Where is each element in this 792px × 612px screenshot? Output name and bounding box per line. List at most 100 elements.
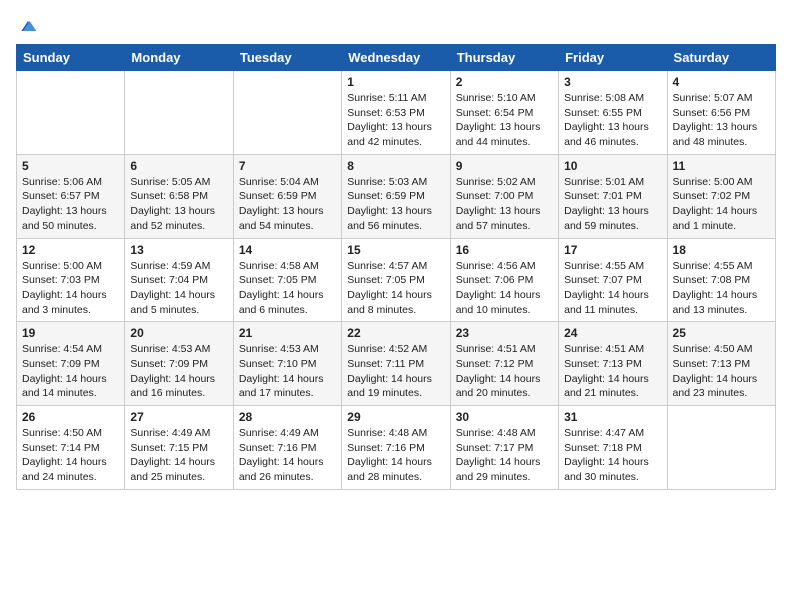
day-info: Sunrise: 4:55 AM Sunset: 7:08 PM Dayligh… <box>673 259 770 318</box>
day-number: 25 <box>673 326 770 340</box>
calendar-cell: 29 Sunrise: 4:48 AM Sunset: 7:16 PM Dayli… <box>342 406 450 490</box>
calendar-cell: 18 Sunrise: 4:55 AM Sunset: 7:08 PM Dayli… <box>667 238 775 322</box>
day-number: 18 <box>673 243 770 257</box>
day-info: Sunrise: 4:50 AM Sunset: 7:14 PM Dayligh… <box>22 426 119 485</box>
calendar-cell: 4 Sunrise: 5:07 AM Sunset: 6:56 PM Daylig… <box>667 71 775 155</box>
calendar-cell: 3 Sunrise: 5:08 AM Sunset: 6:55 PM Daylig… <box>559 71 667 155</box>
day-info: Sunrise: 5:05 AM Sunset: 6:58 PM Dayligh… <box>130 175 227 234</box>
day-info: Sunrise: 5:06 AM Sunset: 6:57 PM Dayligh… <box>22 175 119 234</box>
calendar-cell <box>233 71 341 155</box>
day-info: Sunrise: 5:00 AM Sunset: 7:03 PM Dayligh… <box>22 259 119 318</box>
day-info: Sunrise: 5:11 AM Sunset: 6:53 PM Dayligh… <box>347 91 444 150</box>
logo <box>16 16 38 34</box>
day-info: Sunrise: 5:07 AM Sunset: 6:56 PM Dayligh… <box>673 91 770 150</box>
day-info: Sunrise: 4:56 AM Sunset: 7:06 PM Dayligh… <box>456 259 553 318</box>
day-info: Sunrise: 5:00 AM Sunset: 7:02 PM Dayligh… <box>673 175 770 234</box>
day-info: Sunrise: 4:53 AM Sunset: 7:09 PM Dayligh… <box>130 342 227 401</box>
calendar-table: SundayMondayTuesdayWednesdayThursdayFrid… <box>16 44 776 490</box>
calendar-cell: 11 Sunrise: 5:00 AM Sunset: 7:02 PM Dayli… <box>667 154 775 238</box>
day-info: Sunrise: 4:49 AM Sunset: 7:16 PM Dayligh… <box>239 426 336 485</box>
day-info: Sunrise: 4:49 AM Sunset: 7:15 PM Dayligh… <box>130 426 227 485</box>
calendar-cell: 8Sunrise: 5:03 AM Sunset: 6:59 PM Daylig… <box>342 154 450 238</box>
day-info: Sunrise: 4:55 AM Sunset: 7:07 PM Dayligh… <box>564 259 661 318</box>
calendar-cell: 9Sunrise: 5:02 AM Sunset: 7:00 PM Daylig… <box>450 154 558 238</box>
calendar-week-row: 5 Sunrise: 5:06 AM Sunset: 6:57 PM Daylig… <box>17 154 776 238</box>
day-info: Sunrise: 4:50 AM Sunset: 7:13 PM Dayligh… <box>673 342 770 401</box>
calendar-cell: 28 Sunrise: 4:49 AM Sunset: 7:16 PM Dayli… <box>233 406 341 490</box>
calendar-header-saturday: Saturday <box>667 45 775 71</box>
calendar-cell <box>667 406 775 490</box>
calendar-header-sunday: Sunday <box>17 45 125 71</box>
day-info: Sunrise: 4:54 AM Sunset: 7:09 PM Dayligh… <box>22 342 119 401</box>
calendar-cell: 16 Sunrise: 4:56 AM Sunset: 7:06 PM Dayli… <box>450 238 558 322</box>
calendar-cell: 20 Sunrise: 4:53 AM Sunset: 7:09 PM Dayli… <box>125 322 233 406</box>
day-info: Sunrise: 4:58 AM Sunset: 7:05 PM Dayligh… <box>239 259 336 318</box>
page-header <box>16 16 776 34</box>
calendar-week-row: 26 Sunrise: 4:50 AM Sunset: 7:14 PM Dayli… <box>17 406 776 490</box>
calendar-cell: 21 Sunrise: 4:53 AM Sunset: 7:10 PM Dayli… <box>233 322 341 406</box>
calendar-cell: 10 Sunrise: 5:01 AM Sunset: 7:01 PM Dayli… <box>559 154 667 238</box>
day-number: 10 <box>564 159 661 173</box>
calendar-cell <box>17 71 125 155</box>
calendar-cell: 6 Sunrise: 5:05 AM Sunset: 6:58 PM Daylig… <box>125 154 233 238</box>
calendar-cell: 31Sunrise: 4:47 AM Sunset: 7:18 PM Dayli… <box>559 406 667 490</box>
calendar-cell: 26 Sunrise: 4:50 AM Sunset: 7:14 PM Dayli… <box>17 406 125 490</box>
calendar-cell <box>125 71 233 155</box>
day-info: Sunrise: 4:47 AM Sunset: 7:18 PM Dayligh… <box>564 426 661 485</box>
calendar-week-row: 19 Sunrise: 4:54 AM Sunset: 7:09 PM Dayli… <box>17 322 776 406</box>
day-number: 2 <box>456 75 553 89</box>
day-info: Sunrise: 5:01 AM Sunset: 7:01 PM Dayligh… <box>564 175 661 234</box>
day-info: Sunrise: 5:02 AM Sunset: 7:00 PM Dayligh… <box>456 175 553 234</box>
day-info: Sunrise: 4:52 AM Sunset: 7:11 PM Dayligh… <box>347 342 444 401</box>
calendar-cell: 5 Sunrise: 5:06 AM Sunset: 6:57 PM Daylig… <box>17 154 125 238</box>
calendar-cell: 7 Sunrise: 5:04 AM Sunset: 6:59 PM Daylig… <box>233 154 341 238</box>
day-number: 19 <box>22 326 119 340</box>
calendar-cell: 13Sunrise: 4:59 AM Sunset: 7:04 PM Dayli… <box>125 238 233 322</box>
day-number: 14 <box>239 243 336 257</box>
day-number: 13 <box>130 243 227 257</box>
day-info: Sunrise: 4:51 AM Sunset: 7:12 PM Dayligh… <box>456 342 553 401</box>
day-info: Sunrise: 4:53 AM Sunset: 7:10 PM Dayligh… <box>239 342 336 401</box>
day-info: Sunrise: 4:57 AM Sunset: 7:05 PM Dayligh… <box>347 259 444 318</box>
calendar-cell: 2Sunrise: 5:10 AM Sunset: 6:54 PM Daylig… <box>450 71 558 155</box>
calendar-header-row: SundayMondayTuesdayWednesdayThursdayFrid… <box>17 45 776 71</box>
day-number: 6 <box>130 159 227 173</box>
day-number: 20 <box>130 326 227 340</box>
calendar-week-row: 1 Sunrise: 5:11 AM Sunset: 6:53 PM Daylig… <box>17 71 776 155</box>
day-number: 21 <box>239 326 336 340</box>
day-number: 28 <box>239 410 336 424</box>
calendar-cell: 17Sunrise: 4:55 AM Sunset: 7:07 PM Dayli… <box>559 238 667 322</box>
day-number: 22 <box>347 326 444 340</box>
calendar-header-thursday: Thursday <box>450 45 558 71</box>
day-number: 29 <box>347 410 444 424</box>
day-info: Sunrise: 5:03 AM Sunset: 6:59 PM Dayligh… <box>347 175 444 234</box>
day-number: 27 <box>130 410 227 424</box>
day-number: 11 <box>673 159 770 173</box>
calendar-cell: 22 Sunrise: 4:52 AM Sunset: 7:11 PM Dayli… <box>342 322 450 406</box>
day-number: 23 <box>456 326 553 340</box>
calendar-cell: 24 Sunrise: 4:51 AM Sunset: 7:13 PM Dayli… <box>559 322 667 406</box>
day-number: 16 <box>456 243 553 257</box>
calendar-header-wednesday: Wednesday <box>342 45 450 71</box>
day-info: Sunrise: 4:48 AM Sunset: 7:16 PM Dayligh… <box>347 426 444 485</box>
logo-icon <box>18 16 38 36</box>
calendar-cell: 30Sunrise: 4:48 AM Sunset: 7:17 PM Dayli… <box>450 406 558 490</box>
day-number: 24 <box>564 326 661 340</box>
day-number: 1 <box>347 75 444 89</box>
calendar-cell: 12 Sunrise: 5:00 AM Sunset: 7:03 PM Dayli… <box>17 238 125 322</box>
day-info: Sunrise: 5:04 AM Sunset: 6:59 PM Dayligh… <box>239 175 336 234</box>
day-number: 3 <box>564 75 661 89</box>
day-info: Sunrise: 4:48 AM Sunset: 7:17 PM Dayligh… <box>456 426 553 485</box>
day-number: 5 <box>22 159 119 173</box>
day-number: 4 <box>673 75 770 89</box>
calendar-cell: 25 Sunrise: 4:50 AM Sunset: 7:13 PM Dayli… <box>667 322 775 406</box>
day-number: 12 <box>22 243 119 257</box>
calendar-header-tuesday: Tuesday <box>233 45 341 71</box>
calendar-cell: 23 Sunrise: 4:51 AM Sunset: 7:12 PM Dayli… <box>450 322 558 406</box>
calendar-cell: 14 Sunrise: 4:58 AM Sunset: 7:05 PM Dayli… <box>233 238 341 322</box>
calendar-cell: 1 Sunrise: 5:11 AM Sunset: 6:53 PM Daylig… <box>342 71 450 155</box>
day-info: Sunrise: 5:08 AM Sunset: 6:55 PM Dayligh… <box>564 91 661 150</box>
day-number: 7 <box>239 159 336 173</box>
day-info: Sunrise: 4:51 AM Sunset: 7:13 PM Dayligh… <box>564 342 661 401</box>
day-number: 26 <box>22 410 119 424</box>
